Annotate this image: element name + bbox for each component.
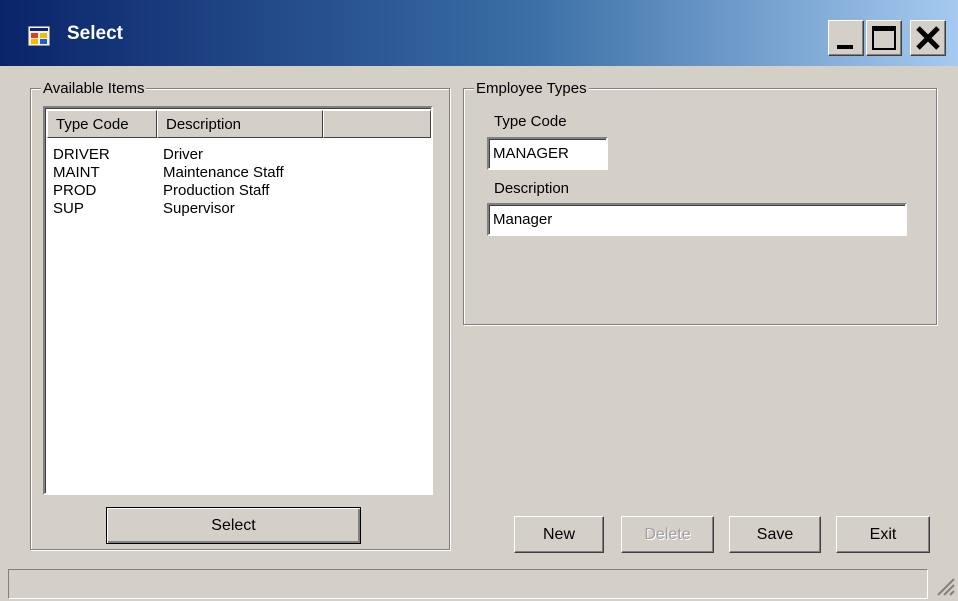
- available-items-list[interactable]: Type Code Description DRIVER Driver MAIN…: [43, 106, 433, 495]
- title-bar[interactable]: Select: [0, 0, 958, 66]
- status-bar: [8, 569, 928, 599]
- description-label: Description: [494, 180, 570, 197]
- minimize-icon: [837, 45, 853, 49]
- new-button[interactable]: New: [514, 516, 604, 553]
- window: Select Available Items Type Code Descrip…: [0, 0, 958, 601]
- delete-button: Delete: [621, 516, 714, 553]
- description-input[interactable]: [487, 203, 907, 236]
- list-item-code: MAINT: [53, 164, 100, 181]
- close-icon: [916, 26, 940, 50]
- maximize-button[interactable]: [866, 20, 902, 56]
- select-button[interactable]: Select: [106, 507, 361, 544]
- available-items-legend: Available Items: [41, 80, 147, 97]
- column-header-description[interactable]: Description: [157, 110, 323, 138]
- minimize-button[interactable]: [828, 20, 864, 56]
- type-code-input[interactable]: [487, 137, 608, 170]
- maximize-icon: [872, 26, 896, 50]
- employee-types-legend: Employee Types: [474, 80, 589, 97]
- exit-button[interactable]: Exit: [836, 516, 930, 553]
- close-button[interactable]: [910, 20, 946, 56]
- column-header-type-code[interactable]: Type Code: [47, 110, 157, 138]
- list-item-code: DRIVER: [53, 146, 110, 163]
- list-item-description: Supervisor: [163, 200, 235, 217]
- list-item-description: Production Staff: [163, 182, 270, 199]
- list-item-description: Maintenance Staff: [163, 164, 284, 181]
- window-title: Select: [67, 23, 123, 44]
- list-header: Type Code Description: [47, 110, 431, 138]
- list-item-code: PROD: [53, 182, 97, 199]
- save-button[interactable]: Save: [729, 516, 821, 553]
- list-item-code: SUP: [53, 200, 84, 217]
- app-icon: [28, 26, 50, 46]
- column-header-empty[interactable]: [323, 110, 431, 138]
- resize-grip-icon[interactable]: [934, 575, 956, 597]
- list-item-description: Driver: [163, 146, 203, 163]
- type-code-label: Type Code: [494, 113, 567, 130]
